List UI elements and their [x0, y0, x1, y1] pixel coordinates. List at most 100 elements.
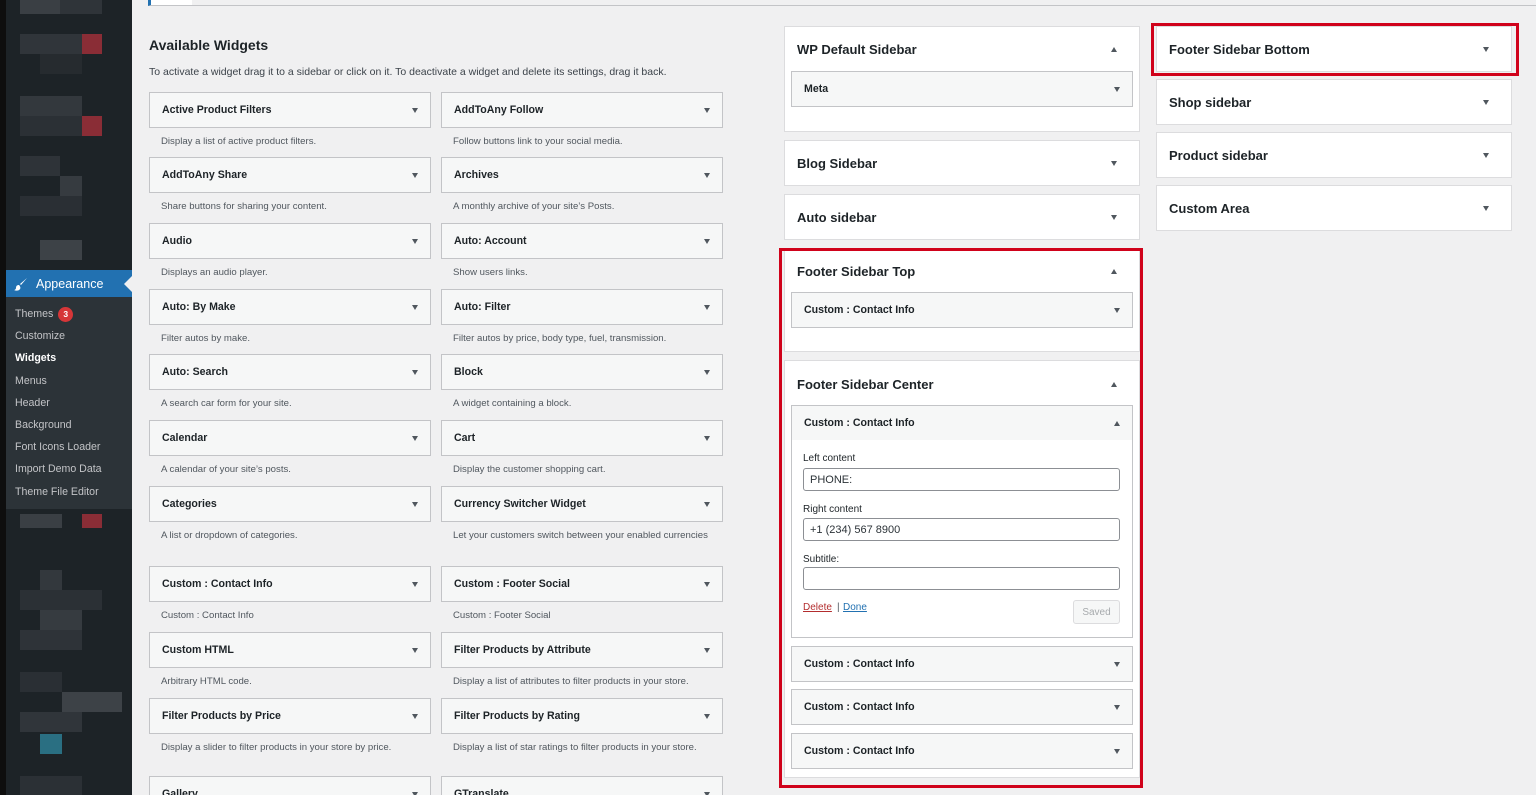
available-widget[interactable]: Audio [149, 223, 431, 259]
sidebar-product: Product sidebar [1156, 132, 1512, 178]
expand-arrow-icon[interactable] [704, 581, 710, 587]
available-widget-description: Display the customer shopping cart. [453, 464, 606, 475]
expand-arrow-icon[interactable] [412, 581, 418, 587]
expand-arrow-icon[interactable] [1111, 214, 1117, 220]
submenu-menus[interactable]: Menus [6, 370, 132, 392]
available-widget[interactable]: Cart [441, 420, 723, 456]
submenu-widgets[interactable]: Widgets [6, 347, 132, 369]
available-widget[interactable]: Filter Products by Price [149, 698, 431, 734]
available-widget[interactable]: Auto: By Make [149, 289, 431, 325]
submenu-theme-file-editor[interactable]: Theme File Editor [6, 481, 132, 503]
available-widget[interactable]: Gallery [149, 776, 431, 795]
sidebar-widget-meta-title: Meta [804, 83, 829, 95]
sidebar-shop: Shop sidebar [1156, 79, 1512, 125]
expand-arrow-icon[interactable] [704, 647, 710, 653]
expand-arrow-icon[interactable] [1483, 99, 1489, 105]
expand-arrow-icon[interactable] [704, 713, 710, 719]
sidebar-shop-header[interactable]: Shop sidebar [1157, 80, 1511, 124]
available-widget-title: Currency Switcher Widget [454, 498, 586, 510]
submenu-background-label: Background [15, 419, 72, 432]
available-widget[interactable]: Auto: Account [441, 223, 723, 259]
available-widget[interactable]: Currency Switcher Widget [441, 486, 723, 522]
available-widget[interactable]: Active Product Filters [149, 92, 431, 128]
expand-arrow-icon[interactable] [412, 304, 418, 310]
expand-arrow-icon[interactable] [704, 304, 710, 310]
collapse-arrow-icon[interactable] [1111, 46, 1117, 52]
expand-arrow-icon[interactable] [412, 238, 418, 244]
submenu-widgets-label: Widgets [15, 352, 57, 365]
available-widget-description: A list or dropdown of categories. [161, 530, 298, 541]
available-widget[interactable]: Categories [149, 486, 431, 522]
available-widget[interactable]: AddToAny Share [149, 157, 431, 193]
submenu-font-icons-loader[interactable]: Font Icons Loader [6, 436, 132, 458]
expand-arrow-icon[interactable] [704, 435, 710, 441]
top-tab-strip [132, 0, 1536, 7]
admin-menu: Appearance Themes 3 Customize Widgets Me… [0, 0, 132, 795]
expand-arrow-icon[interactable] [412, 369, 418, 375]
sidebar-wp-default-header[interactable]: WP Default Sidebar [785, 27, 1139, 71]
submenu-theme-file-editor-label: Theme File Editor [15, 485, 99, 498]
sidebar-custom-area-header[interactable]: Custom Area [1157, 186, 1511, 230]
available-widget-title: Filter Products by Attribute [454, 644, 591, 656]
expand-arrow-icon[interactable] [412, 501, 418, 507]
expand-arrow-icon[interactable] [704, 501, 710, 507]
sidebar-shop-title: Shop sidebar [1169, 94, 1252, 110]
available-widget-title: Block [454, 366, 483, 378]
active-tab[interactable] [148, 0, 192, 6]
expand-arrow-icon[interactable] [1483, 205, 1489, 211]
available-widget-title: Archives [454, 169, 499, 181]
available-widget-title: Calendar [162, 432, 208, 444]
available-widget-title: Active Product Filters [162, 104, 272, 116]
expand-arrow-icon[interactable] [704, 238, 710, 244]
sidebar-wp-default-title: WP Default Sidebar [797, 41, 917, 57]
expand-arrow-icon[interactable] [412, 791, 418, 795]
expand-arrow-icon[interactable] [1111, 160, 1117, 166]
expand-arrow-icon[interactable] [412, 172, 418, 178]
available-widget[interactable]: Custom : Contact Info [149, 566, 431, 602]
expand-arrow-icon[interactable] [412, 713, 418, 719]
sidebar-blog-header[interactable]: Blog Sidebar [785, 141, 1139, 185]
available-widget[interactable]: Filter Products by Rating [441, 698, 723, 734]
available-widget[interactable]: Block [441, 354, 723, 390]
sidebar-blog: Blog Sidebar [784, 140, 1140, 186]
appearance-submenu: Themes 3 Customize Widgets Menus Header … [6, 297, 132, 509]
available-widget[interactable]: Auto: Filter [441, 289, 723, 325]
expand-arrow-icon[interactable] [704, 107, 710, 113]
available-widget[interactable]: Archives [441, 157, 723, 193]
available-widget-title: Cart [454, 432, 476, 444]
available-widget[interactable]: Auto: Search [149, 354, 431, 390]
expand-arrow-icon[interactable] [412, 435, 418, 441]
expand-arrow-icon[interactable] [704, 172, 710, 178]
submenu-customize[interactable]: Customize [6, 325, 132, 347]
available-widget[interactable]: Custom HTML [149, 632, 431, 668]
sidebar-product-header[interactable]: Product sidebar [1157, 133, 1511, 177]
available-widgets-description: To activate a widget drag it to a sideba… [149, 66, 667, 78]
sidebar-custom-area-title: Custom Area [1169, 200, 1250, 216]
expand-arrow-icon[interactable] [412, 107, 418, 113]
available-widget[interactable]: GTranslate [441, 776, 723, 795]
expand-arrow-icon[interactable] [1483, 152, 1489, 158]
submenu-themes[interactable]: Themes 3 [6, 303, 132, 325]
expand-arrow-icon[interactable] [704, 369, 710, 375]
available-widget[interactable]: Custom : Footer Social [441, 566, 723, 602]
available-widget-description: Follow buttons link to your social media… [453, 136, 623, 147]
highlight-box-footer-sidebars [779, 248, 1143, 788]
paintbrush-icon [14, 277, 27, 291]
submenu-import-demo-data[interactable]: Import Demo Data [6, 458, 132, 480]
submenu-header[interactable]: Header [6, 392, 132, 414]
available-widget[interactable]: Calendar [149, 420, 431, 456]
sidebar-auto-title: Auto sidebar [797, 209, 877, 225]
expand-arrow-icon[interactable] [1114, 86, 1120, 92]
available-widget[interactable]: Filter Products by Attribute [441, 632, 723, 668]
submenu-customize-label: Customize [15, 330, 66, 343]
sidebar-widget-meta[interactable]: Meta [791, 71, 1133, 107]
expand-arrow-icon[interactable] [704, 791, 710, 795]
available-widget-description: Show users links. [453, 267, 528, 278]
available-widget-description: Share buttons for sharing your content. [161, 201, 327, 212]
expand-arrow-icon[interactable] [412, 647, 418, 653]
available-widget[interactable]: AddToAny Follow [441, 92, 723, 128]
submenu-background[interactable]: Background [6, 414, 132, 436]
available-widget-title: GTranslate [454, 788, 509, 795]
sidebar-auto-header[interactable]: Auto sidebar [785, 195, 1139, 239]
menu-item-appearance[interactable]: Appearance [6, 270, 132, 297]
